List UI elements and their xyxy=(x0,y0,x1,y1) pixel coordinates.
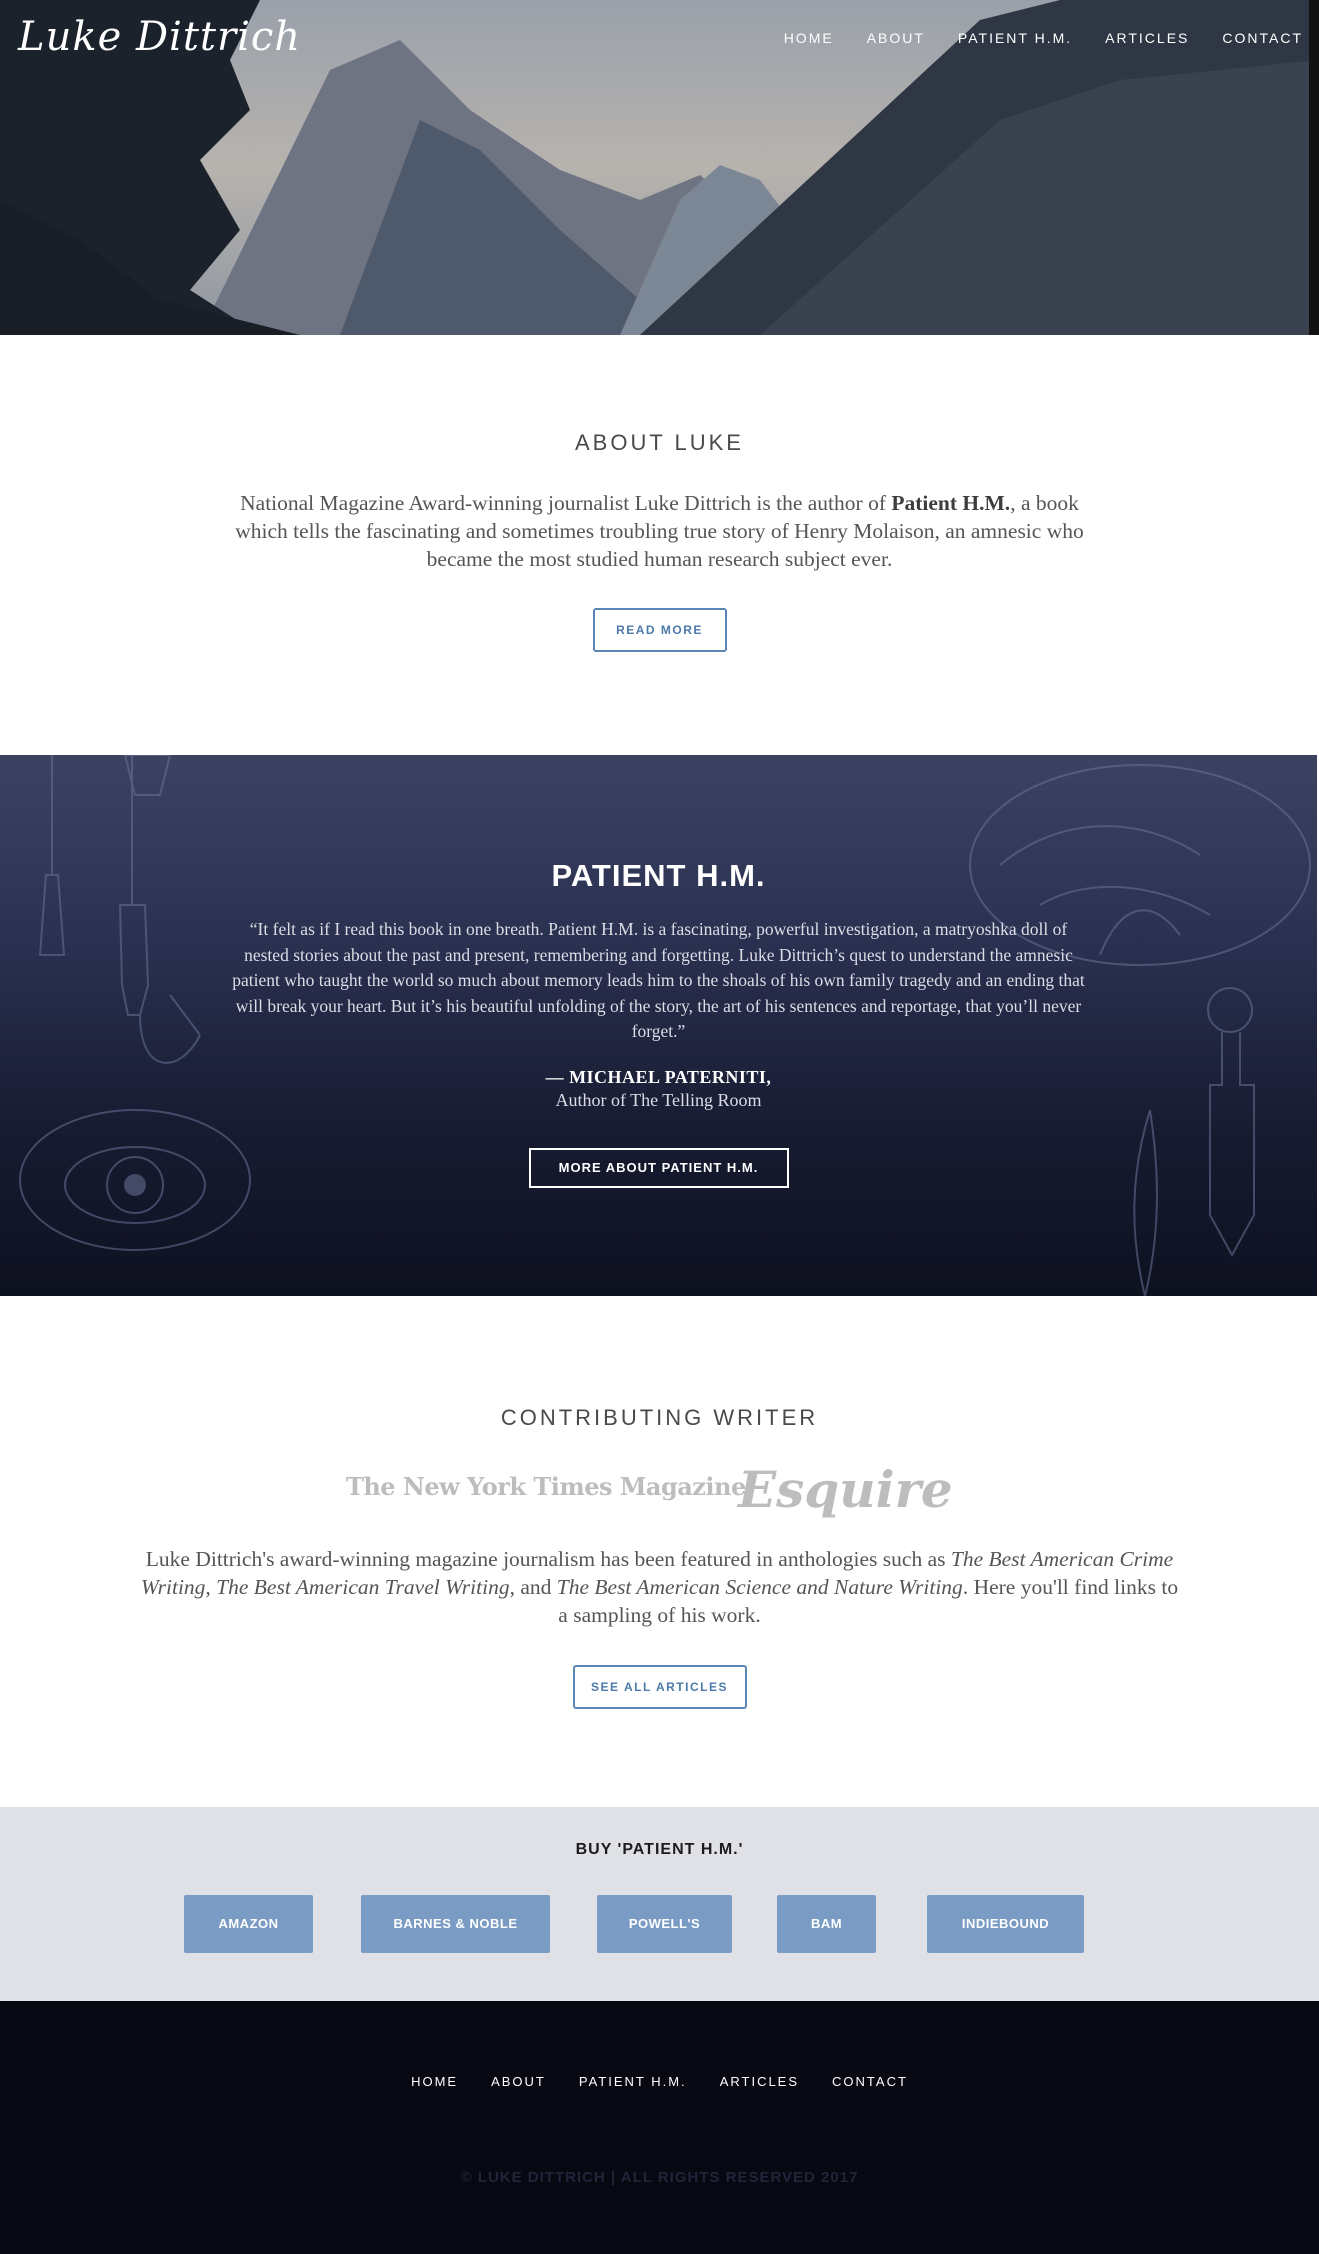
footer-nav-about[interactable]: ABOUT xyxy=(491,2074,546,2089)
about-text-part: National Magazine Award-winning journali… xyxy=(240,491,892,515)
nyt-magazine-logo: The New York Times Magazine xyxy=(346,1472,746,1501)
about-text: National Magazine Award-winning journali… xyxy=(235,489,1085,573)
review-quote: “It felt as if I read this book in one b… xyxy=(232,919,1085,1041)
barnes-noble-button[interactable]: BARNES & NOBLE xyxy=(361,1895,550,1953)
nav-patient-hm[interactable]: PATIENT H.M. xyxy=(958,30,1072,46)
footer-nav-patient-hm[interactable]: PATIENT H.M. xyxy=(579,2074,687,2089)
patient-hm-title: PATIENT H.M. xyxy=(551,858,766,893)
footer-nav-contact[interactable]: CONTACT xyxy=(832,2074,908,2089)
more-about-patient-hm-button[interactable]: MORE ABOUT PATIENT H.M. xyxy=(528,1147,789,1188)
footer-nav: HOME ABOUT PATIENT H.M. ARTICLES CONTACT xyxy=(0,2074,1319,2089)
nav-home[interactable]: HOME xyxy=(784,30,834,46)
retailer-buttons: AMAZON BARNES & NOBLE POWELL'S BAM INDIE… xyxy=(0,1895,1319,1953)
contributing-text: Luke Dittrich's award-winning magazine j… xyxy=(140,1545,1180,1629)
copyright-text: © LUKE DITTRICH | ALL RIGHTS RESERVED 20… xyxy=(460,2169,859,2186)
quote-author: — MICHAEL PATERNITI, xyxy=(545,1066,772,1087)
footer: HOME ABOUT PATIENT H.M. ARTICLES CONTACT… xyxy=(0,2001,1319,2254)
bam-button[interactable]: BAM xyxy=(777,1895,876,1953)
anthology-title: The Best American Travel Writing xyxy=(216,1575,510,1599)
buy-section: BUY 'PATIENT H.M.' AMAZON BARNES & NOBLE… xyxy=(0,1807,1319,2001)
indiebound-button[interactable]: INDIEBOUND xyxy=(927,1895,1084,1953)
footer-nav-articles[interactable]: ARTICLES xyxy=(720,2074,799,2089)
powells-button[interactable]: POWELL'S xyxy=(597,1895,732,1953)
about-section: ABOUT LUKE National Magazine Award-winni… xyxy=(0,335,1319,755)
see-all-articles-button[interactable]: SEE ALL ARTICLES xyxy=(572,1665,747,1709)
contributing-writer-section: CONTRIBUTING WRITER The New York Times M… xyxy=(0,1296,1319,1807)
anthology-title: The Best American Science and Nature Wri… xyxy=(556,1575,963,1599)
hero-header: Luke Dittrich HOME ABOUT PATIENT H.M. AR… xyxy=(0,0,1319,335)
nav-contact[interactable]: CONTACT xyxy=(1222,30,1303,46)
footer-nav-home[interactable]: HOME xyxy=(411,2074,458,2089)
nav-about[interactable]: ABOUT xyxy=(867,30,925,46)
esquire-logo: Esquire xyxy=(738,1460,953,1519)
contributing-text-part: Luke Dittrich's award-winning magazine j… xyxy=(145,1547,951,1571)
patient-hm-section: PATIENT H.M. “It felt as if I read this … xyxy=(0,755,1317,1296)
publication-logos: The New York Times Magazine Esquire xyxy=(0,1463,1319,1523)
book-title: Patient H.M. xyxy=(891,491,1011,515)
quote-author-role: Author of The Telling Room xyxy=(555,1089,762,1110)
main-nav: HOME ABOUT PATIENT H.M. ARTICLES CONTACT xyxy=(784,30,1303,46)
read-more-button[interactable]: READ MORE xyxy=(592,608,727,652)
nav-articles[interactable]: ARTICLES xyxy=(1105,30,1189,46)
contributing-text-part: , xyxy=(205,1575,217,1599)
contributing-text-part: , and xyxy=(509,1575,557,1599)
contributing-heading: CONTRIBUTING WRITER xyxy=(500,1405,819,1430)
amazon-button[interactable]: AMAZON xyxy=(184,1895,313,1953)
about-heading: ABOUT LUKE xyxy=(575,430,744,455)
buy-title: BUY 'PATIENT H.M.' xyxy=(575,1841,744,1858)
site-logo[interactable]: Luke Dittrich xyxy=(18,14,301,60)
hero-edge-strip xyxy=(1309,0,1319,335)
